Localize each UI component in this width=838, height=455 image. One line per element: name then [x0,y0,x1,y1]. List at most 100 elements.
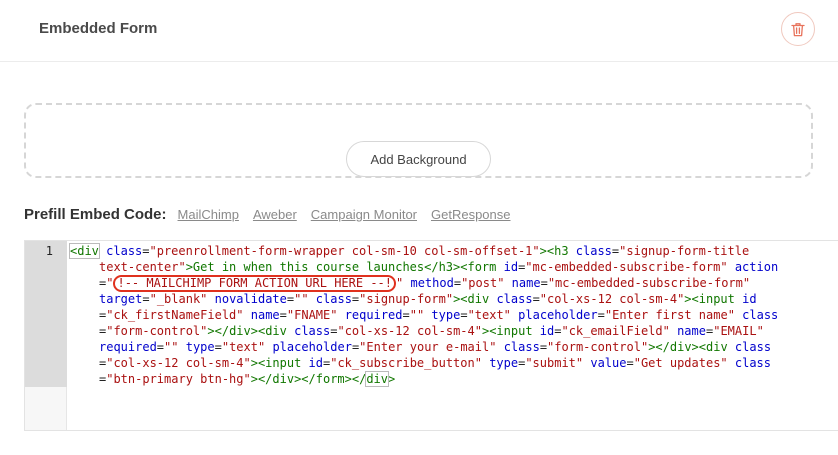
prefill-link-mailchimp[interactable]: MailChimp [178,207,239,222]
code-token: "text" [221,340,266,354]
code-token: name [250,308,280,322]
active-line-gutter [25,241,67,387]
code-token: method [410,276,454,290]
code-token: "col-xs-12 col-sm-4" [106,356,251,370]
code-token: "Enter your e-mail" [359,340,497,354]
code-token: class [575,244,612,258]
code-token: = [214,340,222,354]
code-token: "_blank" [149,292,208,306]
code-token: class [496,292,533,306]
code-token: ><input [481,324,533,338]
line-number: 1 [45,244,53,258]
code-token: = [532,292,540,306]
code-token: "" [294,292,309,306]
code-token: "FNAME" [286,308,338,322]
code-token: " [106,276,114,290]
code-token: novalidate [214,292,287,306]
code-token: "signup-form-title [619,244,750,258]
code-token: <div [69,243,100,259]
code-token: placeholder [518,308,598,322]
code-token: "ck_emailField" [561,324,670,338]
code-token: "col-xs-12 col-sm-4" [337,324,482,338]
code-token: type [431,308,461,322]
code-token: type [185,340,215,354]
section-title: Embedded Form [39,20,158,37]
action-url-placeholder: !-- MAILCHIMP FORM ACTION URL HERE --! [117,276,393,290]
trash-icon [791,22,805,36]
code-token: "mc-embedded-subscribe-form" [525,260,728,274]
code-token: ></div><div [207,324,287,338]
prefill-link-campaign-monitor[interactable]: Campaign Monitor [311,207,417,222]
code-token: "form-control" [106,324,208,338]
code-token: = [142,292,150,306]
code-row: = "ck_firstNameField" name = "FNAME" requir… [70,307,835,323]
code-token: action [734,260,779,274]
code-token: "btn-primary btn-hg" [106,372,251,386]
code-token: id [503,260,519,274]
action-url-highlight: !-- MAILCHIMP FORM ACTION URL HERE --! [113,275,397,292]
code-token: = [539,340,548,354]
code-row: text-center">Get in when this course lau… [70,259,835,275]
delete-button[interactable] [781,12,815,46]
code-token: id [742,292,757,306]
code-token: > [388,372,396,386]
code-token: "col-xs-12 col-sm-4" [539,292,685,306]
code-row: = " !-- MAILCHIMP FORM ACTION URL HERE --!… [70,275,835,292]
code-token: = [142,244,150,258]
code-token: type [489,356,519,370]
code-row: ="btn-primary btn-hg"></div></form></div… [70,371,835,387]
code-token: value [590,356,627,370]
code-token: id [539,324,555,338]
code-token: "form-control" [547,340,649,354]
code-token: ><h3 [539,244,569,258]
editor-gutter: 1 [25,241,67,430]
code-token: ></div><div [648,340,728,354]
add-background-button[interactable]: Add Background [346,141,491,177]
code-token: "post" [461,276,505,290]
code-token: ><input [684,292,735,306]
prefill-label: Prefill Embed Code: [24,206,167,223]
code-token: "submit" [525,356,584,370]
code-row: ="col-xs-12 col-sm-4"><input id="ck_subs… [70,355,835,371]
code-token: ><div [453,292,490,306]
code-row: <div class ="preenrollment-form-wrapper c… [69,243,835,259]
code-token: = [626,356,634,370]
code-token: ><input [250,356,302,370]
code-token: "preenrollment-form-wrapper col-sm-10 co… [149,244,540,258]
code-token: = [597,308,605,322]
code-token: = [402,308,410,322]
code-token: text-center" [99,260,186,274]
code-token: "ck_firstNameField" [106,308,244,322]
code-row: target="_blank" novalidate="" class="sig… [70,291,835,307]
code-token: name [677,324,706,338]
code-content[interactable]: <div class="preenrollment-form-wrapper c… [69,243,835,387]
code-token: target [99,292,143,306]
code-token: "signup-form" [359,292,454,306]
code-editor[interactable]: 1 <div class="preenrollment-form-wrapper… [24,240,838,431]
code-token: class [734,356,771,370]
code-token: "EMAIL" [713,324,764,338]
code-token: required [344,308,403,322]
prefill-link-getresponse[interactable]: GetResponse [431,207,511,222]
code-token: class [742,308,779,322]
code-token: "mc-embedded-subscribe-form" [547,276,751,290]
code-token: "ck_subscribe_button" [330,356,482,370]
code-token: = [460,308,468,322]
code-token: class [315,292,352,306]
prefill-embed-row: Prefill Embed Code: MailChimp Aweber Cam… [24,206,525,226]
prefill-link-aweber[interactable]: Aweber [253,207,297,222]
code-token: = [540,276,548,290]
code-token: class [734,340,772,354]
code-row: required="" type="text" placeholder="Ent… [70,339,835,355]
code-token: "Enter first name" [604,308,735,322]
